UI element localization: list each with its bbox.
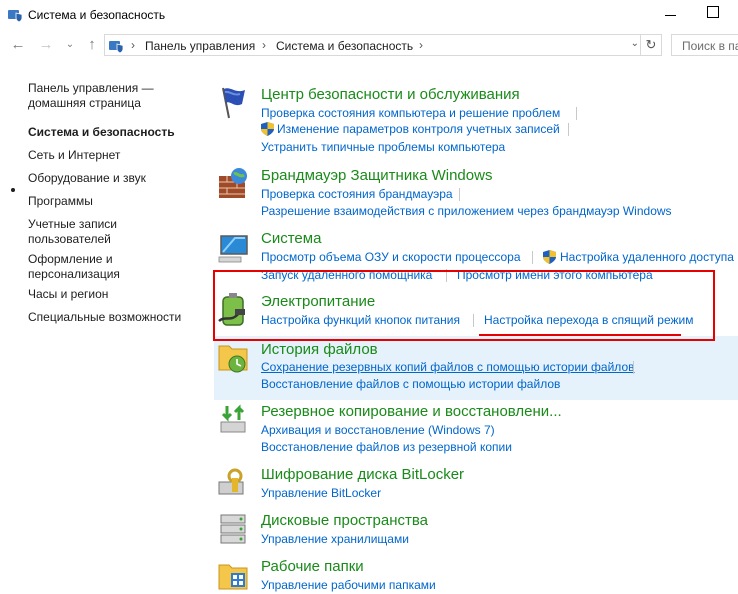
computer-icon	[218, 235, 248, 263]
refresh-icon[interactable]: ↻	[640, 35, 661, 55]
breadcrumb-separator-icon[interactable]: ›	[419, 38, 423, 52]
divider	[568, 123, 569, 136]
nav-control-panel-home[interactable]: Панель управления —	[28, 81, 154, 96]
link-troubleshoot[interactable]: Устранить типичные проблемы компьютера	[261, 140, 505, 154]
category-title[interactable]: Брандмауэр Защитника Windows	[261, 167, 492, 184]
category-title[interactable]: Система	[261, 230, 321, 247]
nav-user-accounts[interactable]: пользователей	[28, 232, 111, 247]
category-title[interactable]: Рабочие папки	[261, 558, 364, 575]
link-ram-cpu[interactable]: Просмотр объема ОЗУ и скорости процессор…	[261, 250, 521, 264]
backup-restore-icon	[220, 404, 246, 433]
breadcrumb-separator-icon[interactable]: ›	[131, 38, 135, 52]
back-arrow-icon[interactable]: ←	[9, 36, 27, 54]
uac-shield-icon	[543, 250, 556, 264]
annotation-box	[213, 270, 715, 341]
nav-user-accounts[interactable]: Учетные записи	[28, 217, 117, 232]
nav-programs[interactable]: Программы	[28, 194, 93, 209]
link-manage-storage[interactable]: Управление хранилищами	[261, 532, 409, 546]
title-bar: Система и безопасность	[0, 0, 738, 32]
link-uac-settings[interactable]: Изменение параметров контроля учетных за…	[277, 122, 560, 136]
bitlocker-icon	[218, 468, 244, 495]
address-dropdown-icon[interactable]: ⌄	[631, 38, 639, 49]
category-title[interactable]: Центр безопасности и обслуживания	[261, 86, 520, 103]
divider	[459, 188, 460, 201]
breadcrumb-control-panel[interactable]: Панель управления	[145, 39, 255, 53]
control-panel-icon	[109, 41, 124, 54]
firewall-icon	[219, 168, 247, 198]
uac-shield-icon	[261, 122, 274, 136]
navigation-bar: ← → ⌄ ↑ › Панель управления › Система и …	[0, 33, 738, 59]
work-folders-icon	[218, 564, 248, 590]
nav-clock-region[interactable]: Часы и регион	[28, 287, 108, 302]
category-title[interactable]: Дисковые пространства	[261, 512, 428, 529]
nav-system-security[interactable]: Система и безопасность	[28, 125, 175, 140]
control-panel-shield-icon	[8, 10, 23, 23]
link-manage-bitlocker[interactable]: Управление BitLocker	[261, 486, 381, 500]
link-manage-work-folders[interactable]: Управление рабочими папками	[261, 578, 436, 592]
category-title[interactable]: Резервное копирование и восстановлени...	[261, 403, 562, 420]
link-backup-files[interactable]: Сохранение резервных копий файлов с помо…	[261, 360, 635, 374]
window-title: Система и безопасность	[28, 8, 166, 22]
breadcrumb-system-security[interactable]: Система и безопасность	[276, 39, 413, 53]
search-input[interactable]: Поиск в пан	[671, 34, 738, 56]
category-title[interactable]: Шифрование диска BitLocker	[261, 466, 464, 483]
nav-ease-of-access[interactable]: Специальные возможности	[28, 310, 181, 325]
nav-appearance[interactable]: Оформление и	[28, 252, 113, 267]
nav-hardware-sound[interactable]: Оборудование и звук	[28, 171, 146, 186]
link-backup-win7[interactable]: Архивация и восстановление (Windows 7)	[261, 423, 495, 437]
link-restore-files[interactable]: Восстановление файлов с помощью истории …	[261, 377, 560, 391]
current-section-bullet	[11, 188, 15, 192]
divider	[633, 361, 634, 374]
link-firewall-status[interactable]: Проверка состояния брандмауэра	[261, 187, 453, 201]
recent-locations-chevron-icon[interactable]: ⌄	[61, 36, 79, 54]
category-title[interactable]: История файлов	[261, 341, 378, 358]
forward-arrow-icon[interactable]: →	[37, 36, 55, 54]
address-bar[interactable]: › Панель управления › Система и безопасн…	[104, 34, 662, 56]
link-restore-from-backup[interactable]: Восстановление файлов из резервной копии	[261, 440, 512, 454]
flag-icon	[222, 87, 245, 119]
link-allow-app[interactable]: Разрешение взаимодействия с приложением …	[261, 204, 672, 218]
divider	[576, 107, 577, 120]
maximize-button[interactable]	[707, 6, 719, 18]
nav-network-internet[interactable]: Сеть и Интернет	[28, 148, 120, 163]
breadcrumb-separator-icon[interactable]: ›	[262, 38, 266, 52]
minimize-button[interactable]	[662, 5, 682, 25]
storage-spaces-icon	[220, 514, 246, 544]
up-arrow-icon[interactable]: ↑	[83, 36, 101, 54]
annotation-underline	[479, 334, 681, 336]
link-remote-access[interactable]: Настройка удаленного доступа	[560, 250, 734, 264]
nav-appearance[interactable]: персонализация	[28, 267, 120, 282]
file-history-icon	[218, 345, 248, 373]
divider	[532, 251, 533, 264]
link-check-status[interactable]: Проверка состояния компьютера и решение …	[261, 106, 560, 120]
nav-control-panel-home[interactable]: домашняя страница	[28, 96, 141, 111]
